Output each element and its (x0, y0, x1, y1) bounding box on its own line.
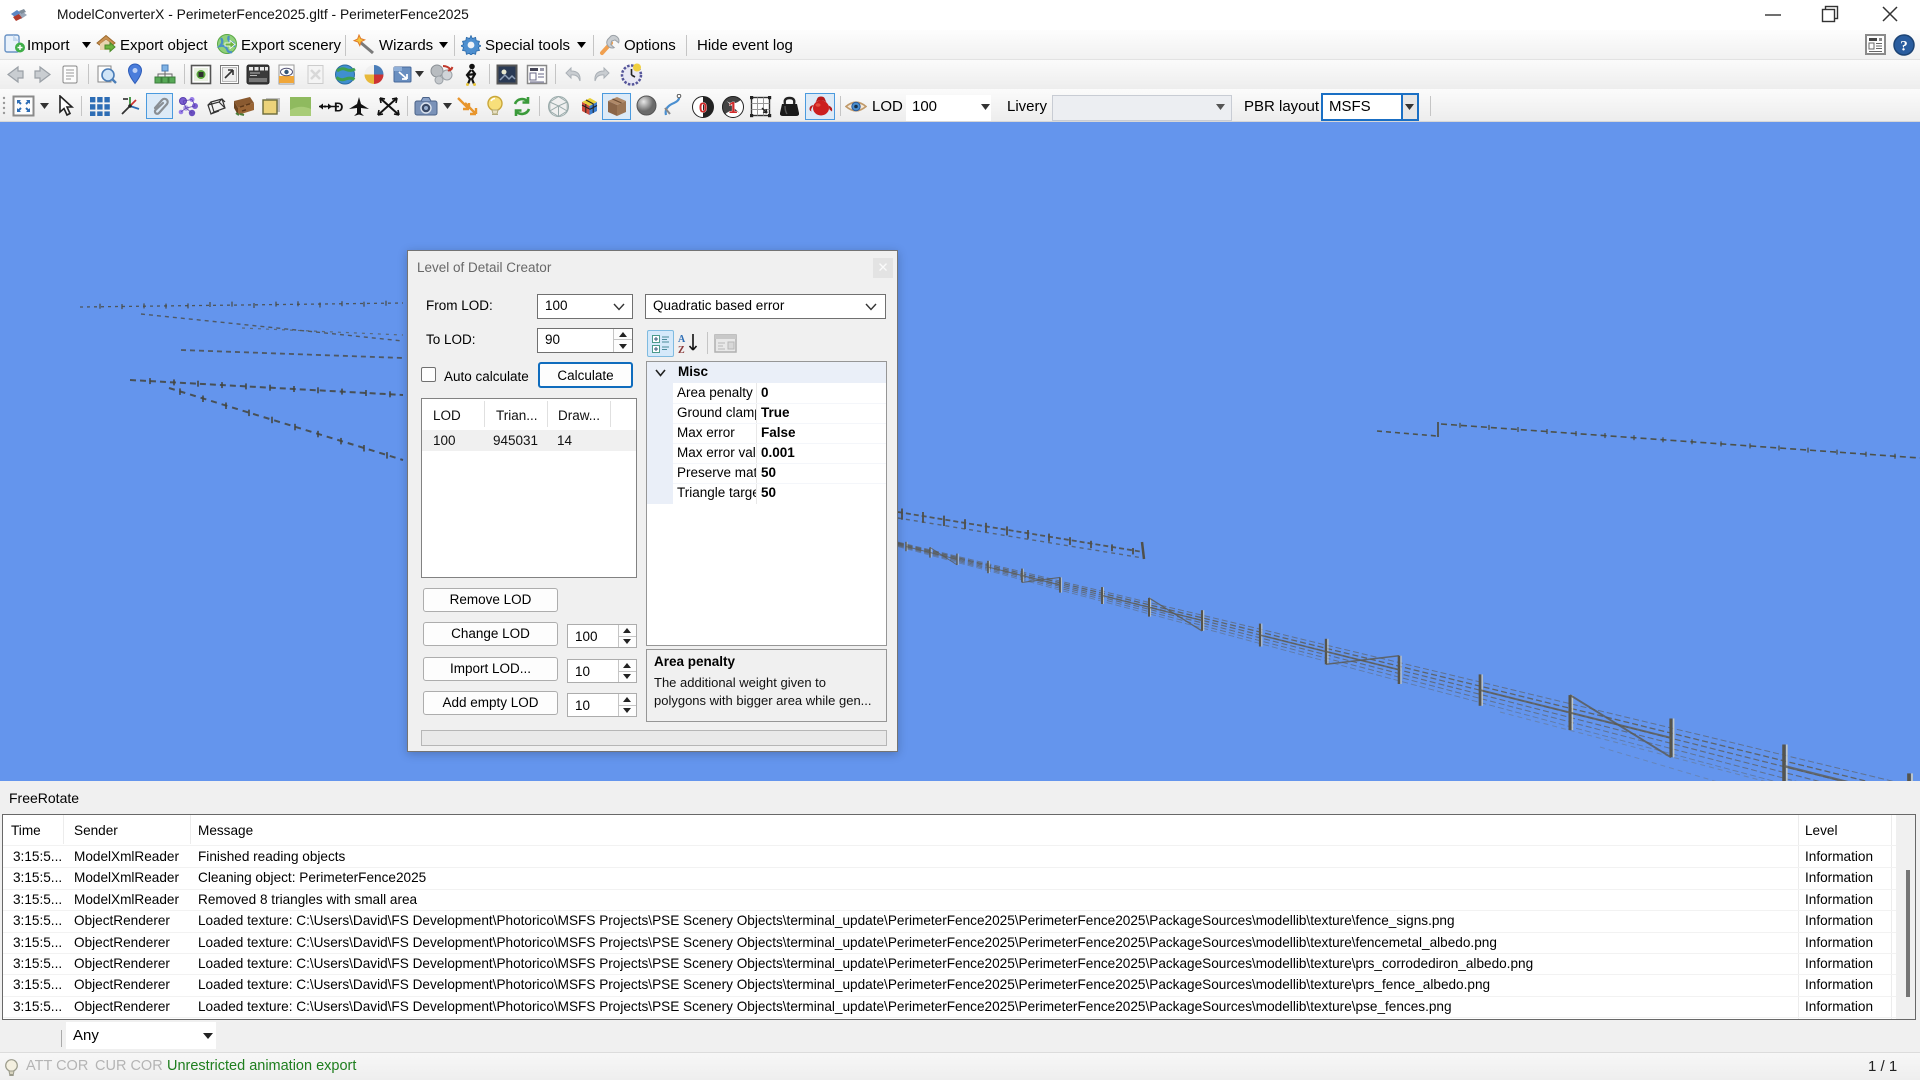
svg-text:A: A (678, 334, 686, 345)
svg-text:Z: Z (678, 345, 685, 355)
